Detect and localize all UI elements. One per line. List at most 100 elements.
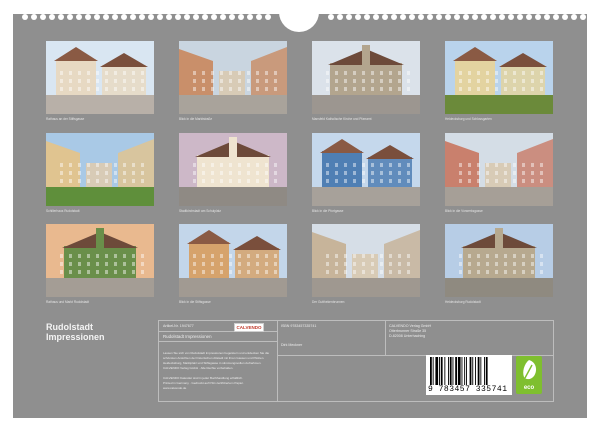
author: Dirk Meckner — [281, 343, 303, 347]
binding-hole — [436, 14, 442, 20]
divider — [159, 341, 277, 342]
divider — [277, 321, 278, 401]
binding-hole — [454, 14, 460, 20]
calendar-photo — [46, 41, 154, 114]
binding-hole — [229, 14, 235, 20]
description-line: Heidecksburg, Marktplatz und Stiftsgasse… — [163, 361, 262, 365]
binding-hole — [121, 14, 127, 20]
binding-hole — [481, 14, 487, 20]
publisher-name: CALVENDO Verlag GmbH — [389, 324, 432, 328]
binding-hole — [418, 14, 424, 20]
calendar-photo — [179, 41, 287, 114]
binding-hole — [40, 14, 46, 20]
calendar-photo — [179, 133, 287, 206]
calendar-photo — [445, 224, 553, 297]
binding-hole — [562, 14, 568, 20]
binding-hole — [148, 14, 154, 20]
calendar-photo — [312, 41, 420, 114]
binding-hole — [364, 14, 370, 20]
binding-hole — [580, 14, 586, 20]
binding-hole — [175, 14, 181, 20]
description-line: Printed in Germany · Gedruckt auf FSC-ze… — [163, 381, 244, 385]
product-title: Rudolstadt Impressionen — [163, 334, 212, 339]
leaf-icon — [523, 360, 537, 380]
binding-hole — [211, 14, 217, 20]
barcode-bar — [480, 357, 482, 385]
barcode-bar — [464, 357, 466, 385]
photo-caption: Heidecksburg Rudolstadt — [445, 300, 481, 304]
photo-caption: Blick in die Marktstraße — [179, 117, 213, 121]
binding-hole — [463, 14, 469, 20]
binding-hole — [94, 14, 100, 20]
binding-hole — [265, 14, 271, 20]
binding-hole — [346, 14, 352, 20]
photo-caption: Rathaus an der Stiftsgasse — [46, 117, 85, 121]
description-line: www.calvendo.de — [163, 386, 187, 390]
calvendo-logo: CALVENDO — [234, 323, 264, 332]
binding-hole — [544, 14, 550, 20]
photo-caption: Stadtkirchstadt am Schulplatz — [179, 209, 221, 213]
description-line: schönsten Ansichten der historischen Alt… — [163, 356, 265, 360]
barcode-bar — [455, 357, 457, 385]
publisher-city: D-82008 Unterhaching — [389, 334, 426, 338]
barcode-bar — [432, 357, 434, 385]
binding-hole — [391, 14, 397, 20]
divider — [385, 321, 386, 355]
binding-hole — [427, 14, 433, 20]
binding-hole — [355, 14, 361, 20]
barcode-bar — [477, 357, 480, 385]
article-number: Artikel-Nr. 1947677 — [163, 324, 194, 328]
barcode-bar — [435, 357, 439, 385]
binding-hole — [85, 14, 91, 20]
barcode-bar — [444, 357, 446, 385]
binding-hole — [445, 14, 451, 20]
photo-caption: Blick in die Pfortgasse — [312, 209, 344, 213]
calendar-photo — [179, 224, 287, 297]
barcode-bar — [485, 357, 488, 385]
binding-hole — [571, 14, 577, 20]
photo-caption: Der Gutthekenbrunnen — [312, 300, 345, 304]
photo-caption: Blick in die Stiftsgasse — [179, 300, 211, 304]
description-line: Lassen Sie sich von Rudolstadt Impressio… — [163, 351, 270, 355]
binding-hole — [400, 14, 406, 20]
binding-hole — [508, 14, 514, 20]
binding-hole — [220, 14, 226, 20]
barcode-bar — [440, 357, 443, 385]
binding-hole — [112, 14, 118, 20]
barcode-bars — [430, 357, 488, 385]
calendar-photo — [46, 133, 154, 206]
binding-hole — [247, 14, 253, 20]
barcode-bar — [448, 357, 449, 385]
binding-hole — [22, 14, 28, 20]
barcode-bar — [449, 357, 452, 385]
binding-hole — [256, 14, 262, 20]
barcode-bar — [466, 357, 467, 385]
binding-hole — [517, 14, 523, 20]
binding-hole — [31, 14, 37, 20]
binding-hole — [535, 14, 541, 20]
calendar-photo — [445, 41, 553, 114]
binding-hole — [589, 14, 595, 20]
photo-caption: Blick in die Vorwerksgasse — [445, 209, 483, 213]
binding-hole — [67, 14, 73, 20]
calendar-photo — [312, 133, 420, 206]
photo-caption: Schillerhaus Rudolstadt — [46, 209, 80, 213]
barcode-bar — [457, 357, 461, 385]
eco-label: eco — [523, 385, 535, 391]
binding-hole — [58, 14, 64, 20]
eco-badge: eco — [516, 356, 542, 394]
barcode-bar — [461, 357, 463, 385]
binding-hole — [103, 14, 109, 20]
binding-hole — [49, 14, 55, 20]
binding-hole — [472, 14, 478, 20]
binding-hole — [166, 14, 172, 20]
binding-hole — [157, 14, 163, 20]
calendar-title-line2: Impressionen — [46, 332, 105, 342]
binding-hole — [553, 14, 559, 20]
binding-hole — [409, 14, 415, 20]
binding-hole — [490, 14, 496, 20]
calendar-title-line1: Rudolstadt — [46, 322, 93, 332]
binding-hole — [382, 14, 388, 20]
binding-hole — [337, 14, 343, 20]
photo-caption: Heidecksburg und Schlossgarten — [445, 117, 492, 121]
